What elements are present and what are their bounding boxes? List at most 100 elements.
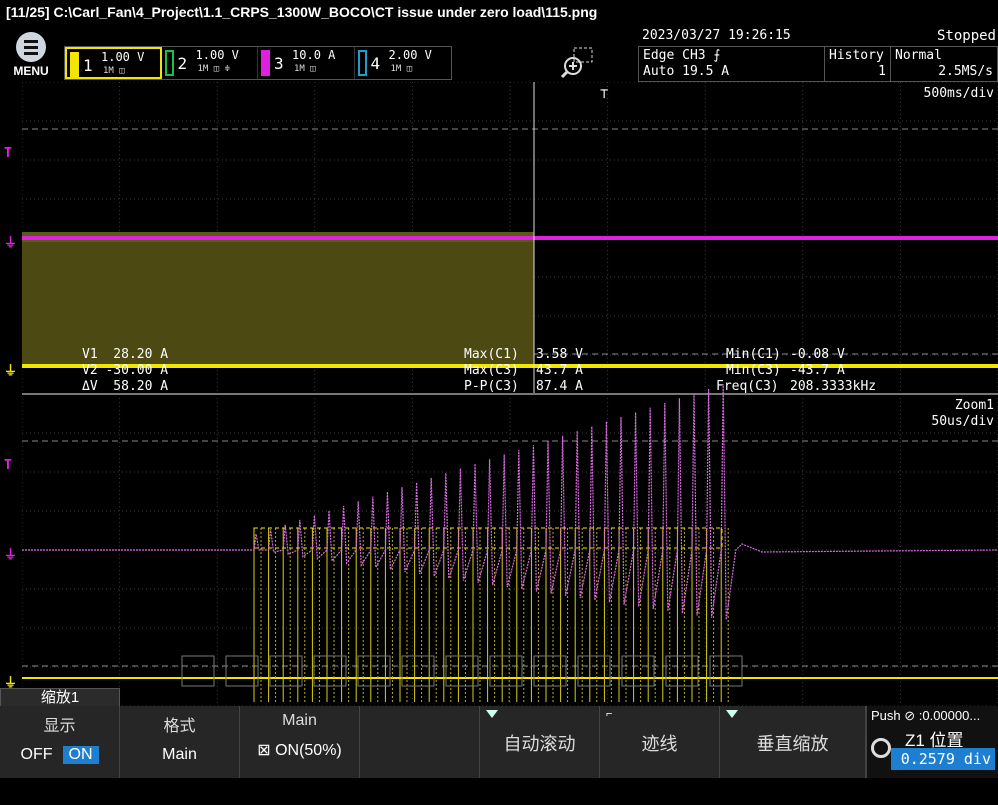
main-window-button[interactable]: Main ⊠ ON(50%) bbox=[240, 706, 360, 778]
menu-button[interactable]: MENU bbox=[6, 30, 56, 80]
knob-dial-icon bbox=[871, 738, 891, 758]
channel-4-number: 4 bbox=[370, 54, 381, 73]
waveform-canvas: ⊤ bbox=[22, 82, 998, 706]
channel-2[interactable]: 2 1.00 V 1M ◫ ≑ bbox=[162, 47, 259, 79]
freq-c3-value: 208.3333kHz bbox=[790, 379, 877, 394]
zoom-tool-button bbox=[665, 655, 699, 687]
menu-icon bbox=[16, 32, 46, 62]
zoom-timebase: 50us/div bbox=[931, 414, 994, 429]
cursor-delta: ΔV 58.20 A bbox=[82, 379, 169, 394]
zoom-tab[interactable]: 缩放1 bbox=[0, 688, 120, 708]
display-off[interactable]: OFF bbox=[21, 746, 53, 764]
zoom-search-icon[interactable] bbox=[560, 46, 596, 80]
channel-1-color-icon bbox=[70, 52, 79, 78]
top-status-bar: MENU 1 1.00 V 1M ◫ 2 1.00 V 1M ◫ ≑ 3 10.… bbox=[0, 26, 998, 82]
min-c1-value: -0.08 V bbox=[790, 347, 845, 362]
zoom-ch3-ground-marker-icon[interactable]: ⏚ bbox=[4, 544, 17, 563]
channel-1-scale: 1.00 V bbox=[101, 50, 145, 64]
channel-1[interactable]: 1 1.00 V 1M ◫ bbox=[65, 47, 162, 79]
waveform-area[interactable]: ⊤ 500ms/div Zoom1 50us/div V1 28.20 A V2… bbox=[22, 82, 998, 706]
zoom-name: Zoom1 bbox=[954, 398, 994, 413]
vertical-zoom-button[interactable]: 垂直缩放 bbox=[720, 706, 866, 778]
channel-markers: T ⏚ ⏚ T ⏚ ⏚ bbox=[0, 82, 22, 706]
min-c3-label: Min(C3) bbox=[726, 363, 781, 378]
main-value: ON(50%) bbox=[275, 742, 342, 759]
sample-rate: 2.5MS/s bbox=[938, 64, 993, 79]
coupling-icon: 1M ◫ bbox=[103, 66, 125, 76]
min-c3-value: -43.7 A bbox=[790, 363, 845, 378]
max-c1-label: Max(C1) bbox=[464, 347, 519, 362]
ch3-trigger-marker-icon[interactable]: T bbox=[4, 146, 12, 161]
ch3-ground-marker-icon[interactable]: ⏚ bbox=[4, 232, 17, 251]
acquisition-state: Stopped bbox=[936, 28, 996, 44]
channel-4[interactable]: 4 2.00 V 1M ◫ bbox=[355, 47, 451, 79]
vertical-zoom-label: 垂直缩放 bbox=[756, 734, 829, 754]
zoom-tool-button bbox=[621, 655, 655, 687]
display-toggle[interactable]: 显示 OFF ON bbox=[0, 706, 120, 778]
trigger-info-panel: 2023/03/27 19:26:15 Stopped Edge CH3 ⨍ A… bbox=[638, 28, 998, 82]
zoom-toolbar bbox=[181, 655, 743, 687]
ch3-zoom-trace bbox=[22, 384, 998, 687]
dropdown-icon bbox=[486, 710, 498, 718]
trigger-edge: Edge CH3 ⨍ bbox=[643, 48, 721, 63]
main-label: Main bbox=[282, 712, 317, 729]
channel-4-color-icon bbox=[357, 50, 367, 76]
coupling-icon: 1M ◫ bbox=[390, 64, 413, 74]
softkey-bar: 缩放1 显示 OFF ON 格式 Main Main ⊠ ON(50%) 自动滚… bbox=[0, 688, 998, 805]
coupling-icon: 1M ◫ bbox=[294, 64, 316, 74]
channel-1-number: 1 bbox=[83, 56, 93, 75]
pp-c3-value: 87.4 A bbox=[536, 379, 583, 394]
zoom-ch3-trigger-marker-icon[interactable]: T bbox=[4, 458, 12, 473]
display-label: 显示 bbox=[43, 718, 76, 735]
max-c1-value: 3.58 V bbox=[536, 347, 583, 362]
trigger-settings[interactable]: Edge CH3 ⨍ Auto 19.5 A bbox=[639, 47, 825, 81]
max-c3-label: Max(C3) bbox=[464, 363, 519, 378]
channel-3-scale: 10.0 A bbox=[292, 48, 336, 62]
main-timebase: 500ms/div bbox=[923, 86, 994, 101]
zoom-tool-button bbox=[577, 655, 611, 687]
channel-3-number: 3 bbox=[274, 54, 284, 73]
channel-strip: 1 1.00 V 1M ◫ 2 1.00 V 1M ◫ ≑ 3 10.0 A 1… bbox=[64, 46, 452, 80]
datetime: 2023/03/27 19:26:15 bbox=[642, 28, 791, 43]
channel-3-color-icon bbox=[261, 50, 271, 76]
empty-softkey bbox=[360, 706, 480, 778]
knob-value[interactable]: 0.2579 div bbox=[891, 748, 995, 770]
acquisition-mode[interactable]: Normal 2.5MS/s bbox=[891, 47, 997, 81]
window-title: [11/25] C:\Carl_Fan\4_Project\1.1_CRPS_1… bbox=[0, 0, 998, 24]
trace-label: 迹线 bbox=[641, 734, 678, 754]
pp-c3-label: P-P(C3) bbox=[464, 379, 519, 394]
channel-2-scale: 1.00 V bbox=[195, 48, 239, 62]
zoom-tool-button bbox=[225, 655, 259, 687]
position-knob[interactable]: Push ⊘ :0.00000... Z1 位置 0.2579 div bbox=[866, 706, 998, 778]
zoom-grid bbox=[22, 393, 998, 706]
cursor-v1: V1 28.20 A bbox=[82, 347, 169, 362]
main-window-icon: ⊠ bbox=[257, 742, 276, 759]
history-value: 1 bbox=[878, 64, 886, 79]
channel-2-color-icon bbox=[164, 50, 174, 76]
max-c3-value: 43.7 A bbox=[536, 363, 583, 378]
zoom-tool-button bbox=[269, 655, 303, 687]
knob-push-hint: Push ⊘ :0.00000... bbox=[871, 708, 981, 723]
menu-label: MENU bbox=[13, 64, 49, 78]
dropdown-icon bbox=[726, 710, 738, 718]
auto-scroll-button[interactable]: 自动滚动 bbox=[480, 706, 600, 778]
trace-button[interactable]: ⌐ 迹线 bbox=[600, 706, 720, 778]
min-c1-label: Min(C1) bbox=[726, 347, 781, 362]
coupling-icon: 1M ◫ ≑ bbox=[197, 64, 231, 74]
channel-3[interactable]: 3 10.0 A 1M ◫ bbox=[258, 47, 355, 79]
history-label: History bbox=[829, 48, 884, 63]
history-button[interactable]: History 1 bbox=[825, 47, 891, 81]
format-value: Main bbox=[162, 746, 197, 763]
ch1-ground-marker-icon[interactable]: ⏚ bbox=[4, 360, 17, 379]
channel-4-scale: 2.00 V bbox=[388, 48, 432, 62]
freq-c3-label: Freq(C3) bbox=[716, 379, 779, 394]
submenu-icon: ⌐ bbox=[606, 708, 613, 720]
trigger-level: Auto 19.5 A bbox=[643, 64, 730, 79]
auto-scroll-label: 自动滚动 bbox=[503, 734, 576, 754]
cursor-v2: V2 -30.00 A bbox=[82, 363, 169, 378]
format-button[interactable]: 格式 Main bbox=[120, 706, 240, 778]
trigger-point-icon: ⊤ bbox=[600, 86, 608, 102]
zoom-tool-button bbox=[181, 655, 215, 687]
zoom-tool-button bbox=[709, 655, 743, 687]
display-on[interactable]: ON bbox=[62, 746, 99, 764]
